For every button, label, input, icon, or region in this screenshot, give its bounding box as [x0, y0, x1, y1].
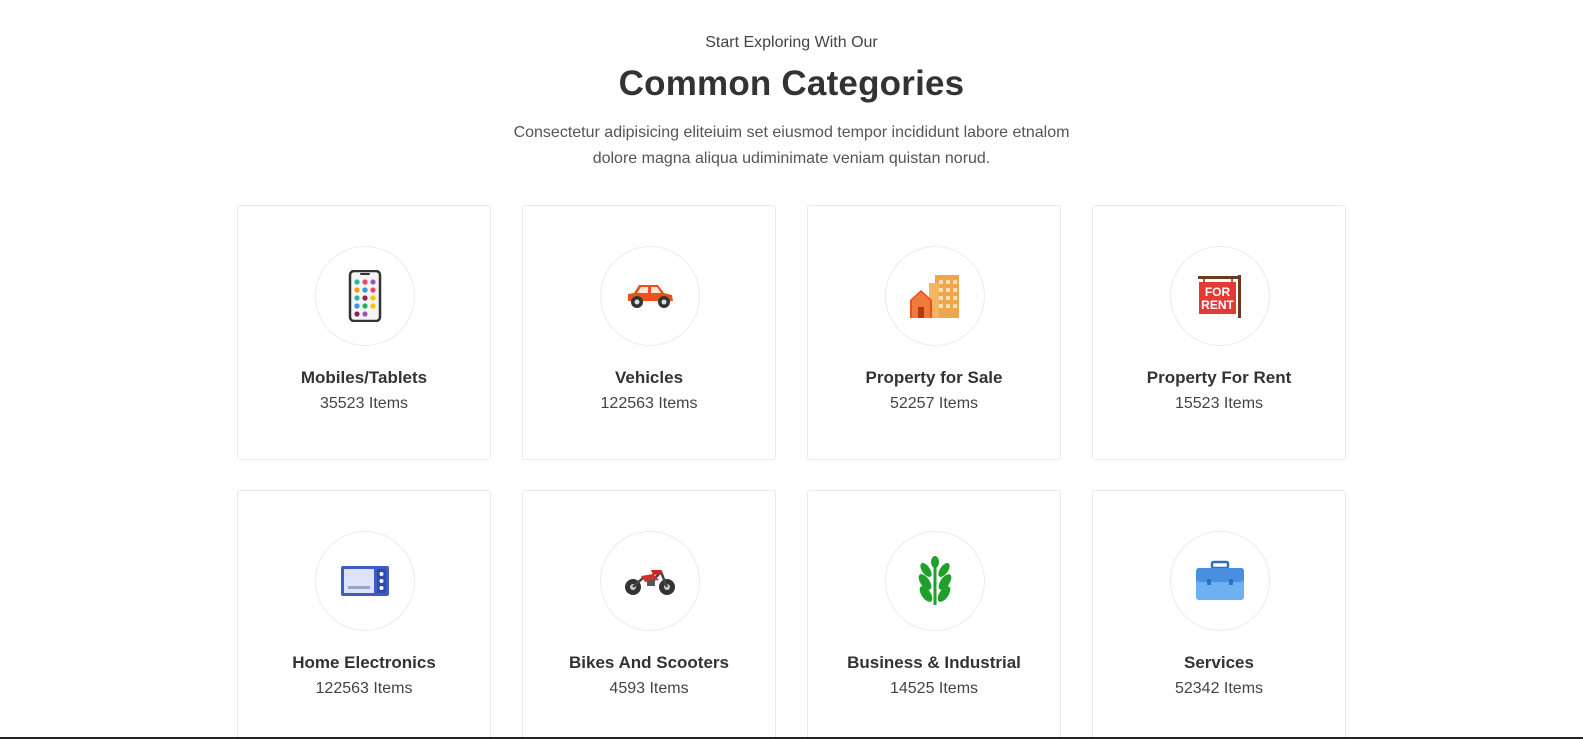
category-icon-wrapper — [885, 531, 985, 631]
plant-icon — [918, 556, 952, 605]
category-count: 14525 Items — [889, 680, 979, 697]
motorbike-icon — [625, 569, 675, 595]
category-card-bikes-and-scooters[interactable]: Bikes And Scooters 4593 Items — [522, 490, 776, 739]
sign-text-line2: RENT — [1201, 298, 1234, 312]
buildings-icon — [910, 275, 959, 318]
category-icon-wrapper — [600, 246, 700, 346]
briefcase-icon — [1196, 560, 1244, 600]
for-rent-sign-icon: FOR RENT — [1198, 275, 1241, 318]
category-count: 122563 Items — [600, 395, 698, 412]
category-name: Business & Industrial — [847, 653, 1021, 672]
mobile-phone-icon — [348, 270, 382, 322]
category-card-home-electronics[interactable]: Home Electronics 122563 Items — [237, 490, 491, 739]
category-icon-wrapper — [1170, 531, 1270, 631]
category-icon-wrapper — [315, 246, 415, 346]
category-count: 35523 Items — [319, 395, 409, 412]
category-count: 15523 Items — [1174, 395, 1264, 412]
category-name: Property for Sale — [865, 368, 1003, 387]
category-count: 52257 Items — [889, 395, 979, 412]
category-icon-wrapper — [885, 246, 985, 346]
sign-text-line1: FOR — [1205, 285, 1231, 299]
category-count: 4593 Items — [609, 680, 689, 697]
category-name: Home Electronics — [292, 653, 436, 672]
section-title: Common Categories — [618, 64, 965, 103]
category-count: 122563 Items — [315, 680, 413, 697]
category-card-business-industrial[interactable]: Business & Industrial 14525 Items — [807, 490, 1061, 739]
section-kicker: Start Exploring With Our — [705, 34, 878, 51]
microwave-icon — [341, 566, 389, 596]
category-card-services[interactable]: Services 52342 Items — [1092, 490, 1346, 739]
category-icon-wrapper — [315, 531, 415, 631]
category-name: Property For Rent — [1146, 368, 1292, 387]
category-name: Mobiles/Tablets — [300, 368, 428, 387]
category-card-property-for-rent[interactable]: FOR RENT Property For Rent 15523 Items — [1092, 205, 1346, 460]
category-count: 52342 Items — [1174, 680, 1264, 697]
category-grid: Mobiles/Tablets 35523 Items Vehicles 122… — [237, 205, 1347, 739]
category-name: Vehicles — [614, 368, 684, 387]
section-description: Consectetur adipisicing eliteiuim set ei… — [513, 124, 1070, 167]
category-icon-wrapper — [600, 531, 700, 631]
category-card-property-for-sale[interactable]: Property for Sale 52257 Items — [807, 205, 1061, 460]
category-card-mobiles-tablets[interactable]: Mobiles/Tablets 35523 Items — [237, 205, 491, 460]
category-icon-wrapper: FOR RENT — [1170, 246, 1270, 346]
category-card-vehicles[interactable]: Vehicles 122563 Items — [522, 205, 776, 460]
category-name: Bikes And Scooters — [569, 653, 729, 672]
category-name: Services — [1184, 653, 1254, 672]
car-icon — [628, 285, 673, 308]
